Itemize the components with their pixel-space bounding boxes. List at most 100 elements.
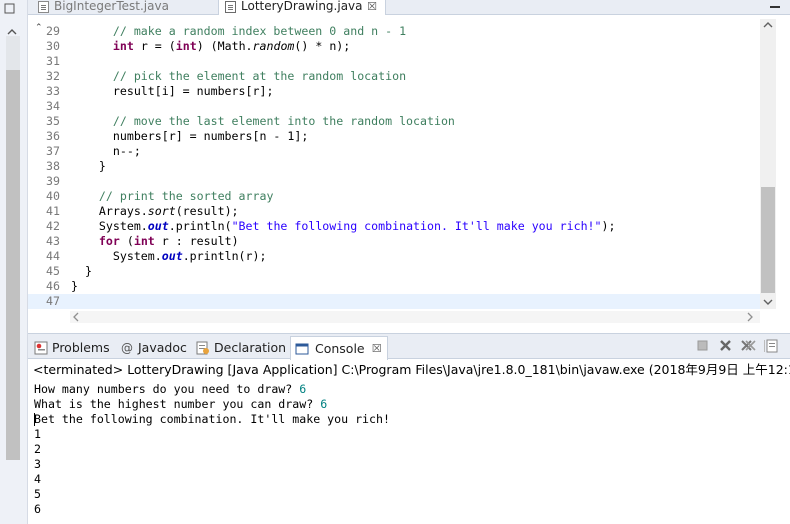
code-line[interactable]: 44 System.out.println(r); bbox=[28, 249, 760, 264]
console-user-input: 6 bbox=[299, 382, 307, 396]
code-token: System. bbox=[71, 219, 148, 233]
code-token: int bbox=[112, 39, 134, 53]
code-line[interactable]: 46} bbox=[28, 279, 760, 294]
console-user-input: 6 bbox=[320, 397, 328, 411]
console-text: 4 bbox=[34, 472, 41, 486]
scroll-left-icon[interactable] bbox=[72, 312, 80, 325]
line-number: 32 bbox=[46, 69, 60, 83]
code-line[interactable]: 45 } bbox=[28, 264, 760, 279]
code-line[interactable]: 47 bbox=[28, 294, 760, 309]
console-line: 6 bbox=[34, 502, 390, 517]
console-line: 3 bbox=[34, 457, 390, 472]
code-line[interactable]: 34 bbox=[28, 99, 760, 114]
console-line: How many numbers do you need to draw? 6 bbox=[34, 382, 390, 397]
code-line[interactable]: 32 // pick the element at the random loc… bbox=[28, 69, 760, 84]
tab-label: Problems bbox=[52, 340, 110, 355]
code-text: // make a random index between 0 and n -… bbox=[71, 24, 406, 39]
line-number: 37 bbox=[46, 144, 60, 158]
close-tab-icon[interactable]: ☒ bbox=[372, 337, 382, 361]
minimize-icon[interactable] bbox=[770, 6, 780, 8]
code-token: } bbox=[71, 264, 92, 278]
tab-label: Console bbox=[315, 341, 365, 356]
console-output[interactable]: How many numbers do you need to draw? 6W… bbox=[34, 382, 390, 517]
java-file-icon bbox=[225, 1, 236, 13]
left-panel-scroll-thumb[interactable] bbox=[6, 70, 20, 460]
code-token: .println(r); bbox=[182, 249, 267, 263]
console-line: Bet the following combination. It'll mak… bbox=[34, 412, 390, 427]
tab-biginteger-test[interactable]: BigIntegerTest.java bbox=[36, 0, 169, 15]
remove-all-terminated-icon[interactable] bbox=[740, 338, 756, 354]
editor-vertical-scrollbar[interactable] bbox=[760, 19, 776, 309]
line-number: 39 bbox=[46, 174, 60, 188]
code-line[interactable]: 35 // move the last element into the ran… bbox=[28, 114, 760, 129]
remove-launch-icon[interactable] bbox=[718, 338, 734, 354]
console-text: 2 bbox=[34, 442, 41, 456]
line-number: 35 bbox=[46, 114, 60, 128]
line-number: 40 bbox=[46, 189, 60, 203]
problems-icon bbox=[34, 341, 48, 355]
code-token: } bbox=[71, 159, 106, 173]
code-line[interactable]: 40 // print the sorted array bbox=[28, 189, 760, 204]
restore-icon[interactable] bbox=[4, 0, 16, 14]
code-line[interactable]: 38 } bbox=[28, 159, 760, 174]
close-tab-icon[interactable]: ☒ bbox=[367, 0, 377, 13]
code-token: System. bbox=[71, 249, 162, 263]
code-token: ( bbox=[119, 234, 134, 248]
tab-problems[interactable]: Problems bbox=[34, 339, 110, 357]
javadoc-icon: @ bbox=[121, 341, 133, 355]
left-side-panel bbox=[0, 0, 28, 524]
code-token: r = ( bbox=[133, 39, 176, 53]
code-line[interactable]: 37 n--; bbox=[28, 144, 760, 159]
editor-scroll-thumb[interactable] bbox=[761, 187, 775, 293]
line-number: 33 bbox=[46, 84, 60, 98]
bottom-views-panel: Problems @ Javadoc Declaration Console ☒ bbox=[28, 333, 790, 524]
tab-console[interactable]: Console ☒ bbox=[290, 336, 388, 360]
code-token: .println( bbox=[168, 219, 232, 233]
code-text: Arrays.sort(result); bbox=[71, 204, 239, 219]
code-token: Arrays. bbox=[71, 204, 148, 218]
code-token: (result); bbox=[175, 204, 239, 218]
tab-label: Declaration bbox=[214, 340, 287, 355]
line-number: 34 bbox=[46, 99, 60, 113]
console-text: 6 bbox=[34, 502, 41, 516]
code-text: for (int r : result) bbox=[71, 234, 239, 249]
code-token: // pick the element at the random locati… bbox=[112, 69, 407, 83]
code-token: random bbox=[252, 39, 295, 53]
line-number: 29 bbox=[46, 24, 60, 38]
line-number: 43 bbox=[46, 234, 60, 248]
code-line[interactable]: 43 for (int r : result) bbox=[28, 234, 760, 249]
code-token: r : result) bbox=[154, 234, 239, 248]
line-number: 31 bbox=[46, 54, 60, 68]
scroll-right-icon[interactable] bbox=[746, 312, 754, 325]
code-line[interactable]: 41 Arrays.sort(result); bbox=[28, 204, 760, 219]
console-text: 5 bbox=[34, 487, 41, 501]
code-line[interactable]: 42 System.out.println("Bet the following… bbox=[28, 219, 760, 234]
code-text: // print the sorted array bbox=[71, 189, 274, 204]
scroll-down-icon[interactable] bbox=[763, 298, 773, 309]
console-line: What is the highest number you can draw?… bbox=[34, 397, 390, 412]
code-line[interactable]: 30 int r = (int) (Math.random() * n); bbox=[28, 39, 760, 54]
code-line[interactable]: 29 // make a random index between 0 and … bbox=[28, 24, 760, 39]
code-line[interactable]: 33 result[i] = numbers[r]; bbox=[28, 84, 760, 99]
scroll-up-icon[interactable] bbox=[6, 22, 18, 35]
tab-javadoc[interactable]: @ Javadoc bbox=[120, 339, 187, 357]
pin-console-icon[interactable] bbox=[764, 338, 780, 354]
tab-declaration[interactable]: Declaration bbox=[196, 339, 286, 357]
code-line[interactable]: 39 bbox=[28, 174, 760, 189]
console-text: Bet the following combination. It'll mak… bbox=[34, 412, 390, 426]
code-text: numbers[r] = numbers[n - 1]; bbox=[71, 129, 308, 144]
tab-lottery-drawing[interactable]: LotteryDrawing.java ☒ bbox=[218, 0, 386, 15]
code-editor[interactable]: ⌃ 29 // make a random index between 0 an… bbox=[28, 15, 790, 328]
tab-label: Javadoc bbox=[138, 340, 187, 355]
terminate-icon[interactable] bbox=[694, 338, 710, 354]
editor-horizontal-scrollbar[interactable] bbox=[70, 311, 760, 323]
console-line: 4 bbox=[34, 472, 390, 487]
code-line[interactable]: 31 bbox=[28, 54, 760, 69]
line-number: 36 bbox=[46, 129, 60, 143]
code-text: System.out.println("Bet the following co… bbox=[71, 219, 616, 234]
code-line[interactable]: 36 numbers[r] = numbers[n - 1]; bbox=[28, 129, 760, 144]
console-text: What is the highest number you can draw? bbox=[34, 397, 321, 411]
scroll-up-icon[interactable] bbox=[763, 21, 773, 32]
console-text: How many numbers do you need to draw? bbox=[34, 382, 300, 396]
